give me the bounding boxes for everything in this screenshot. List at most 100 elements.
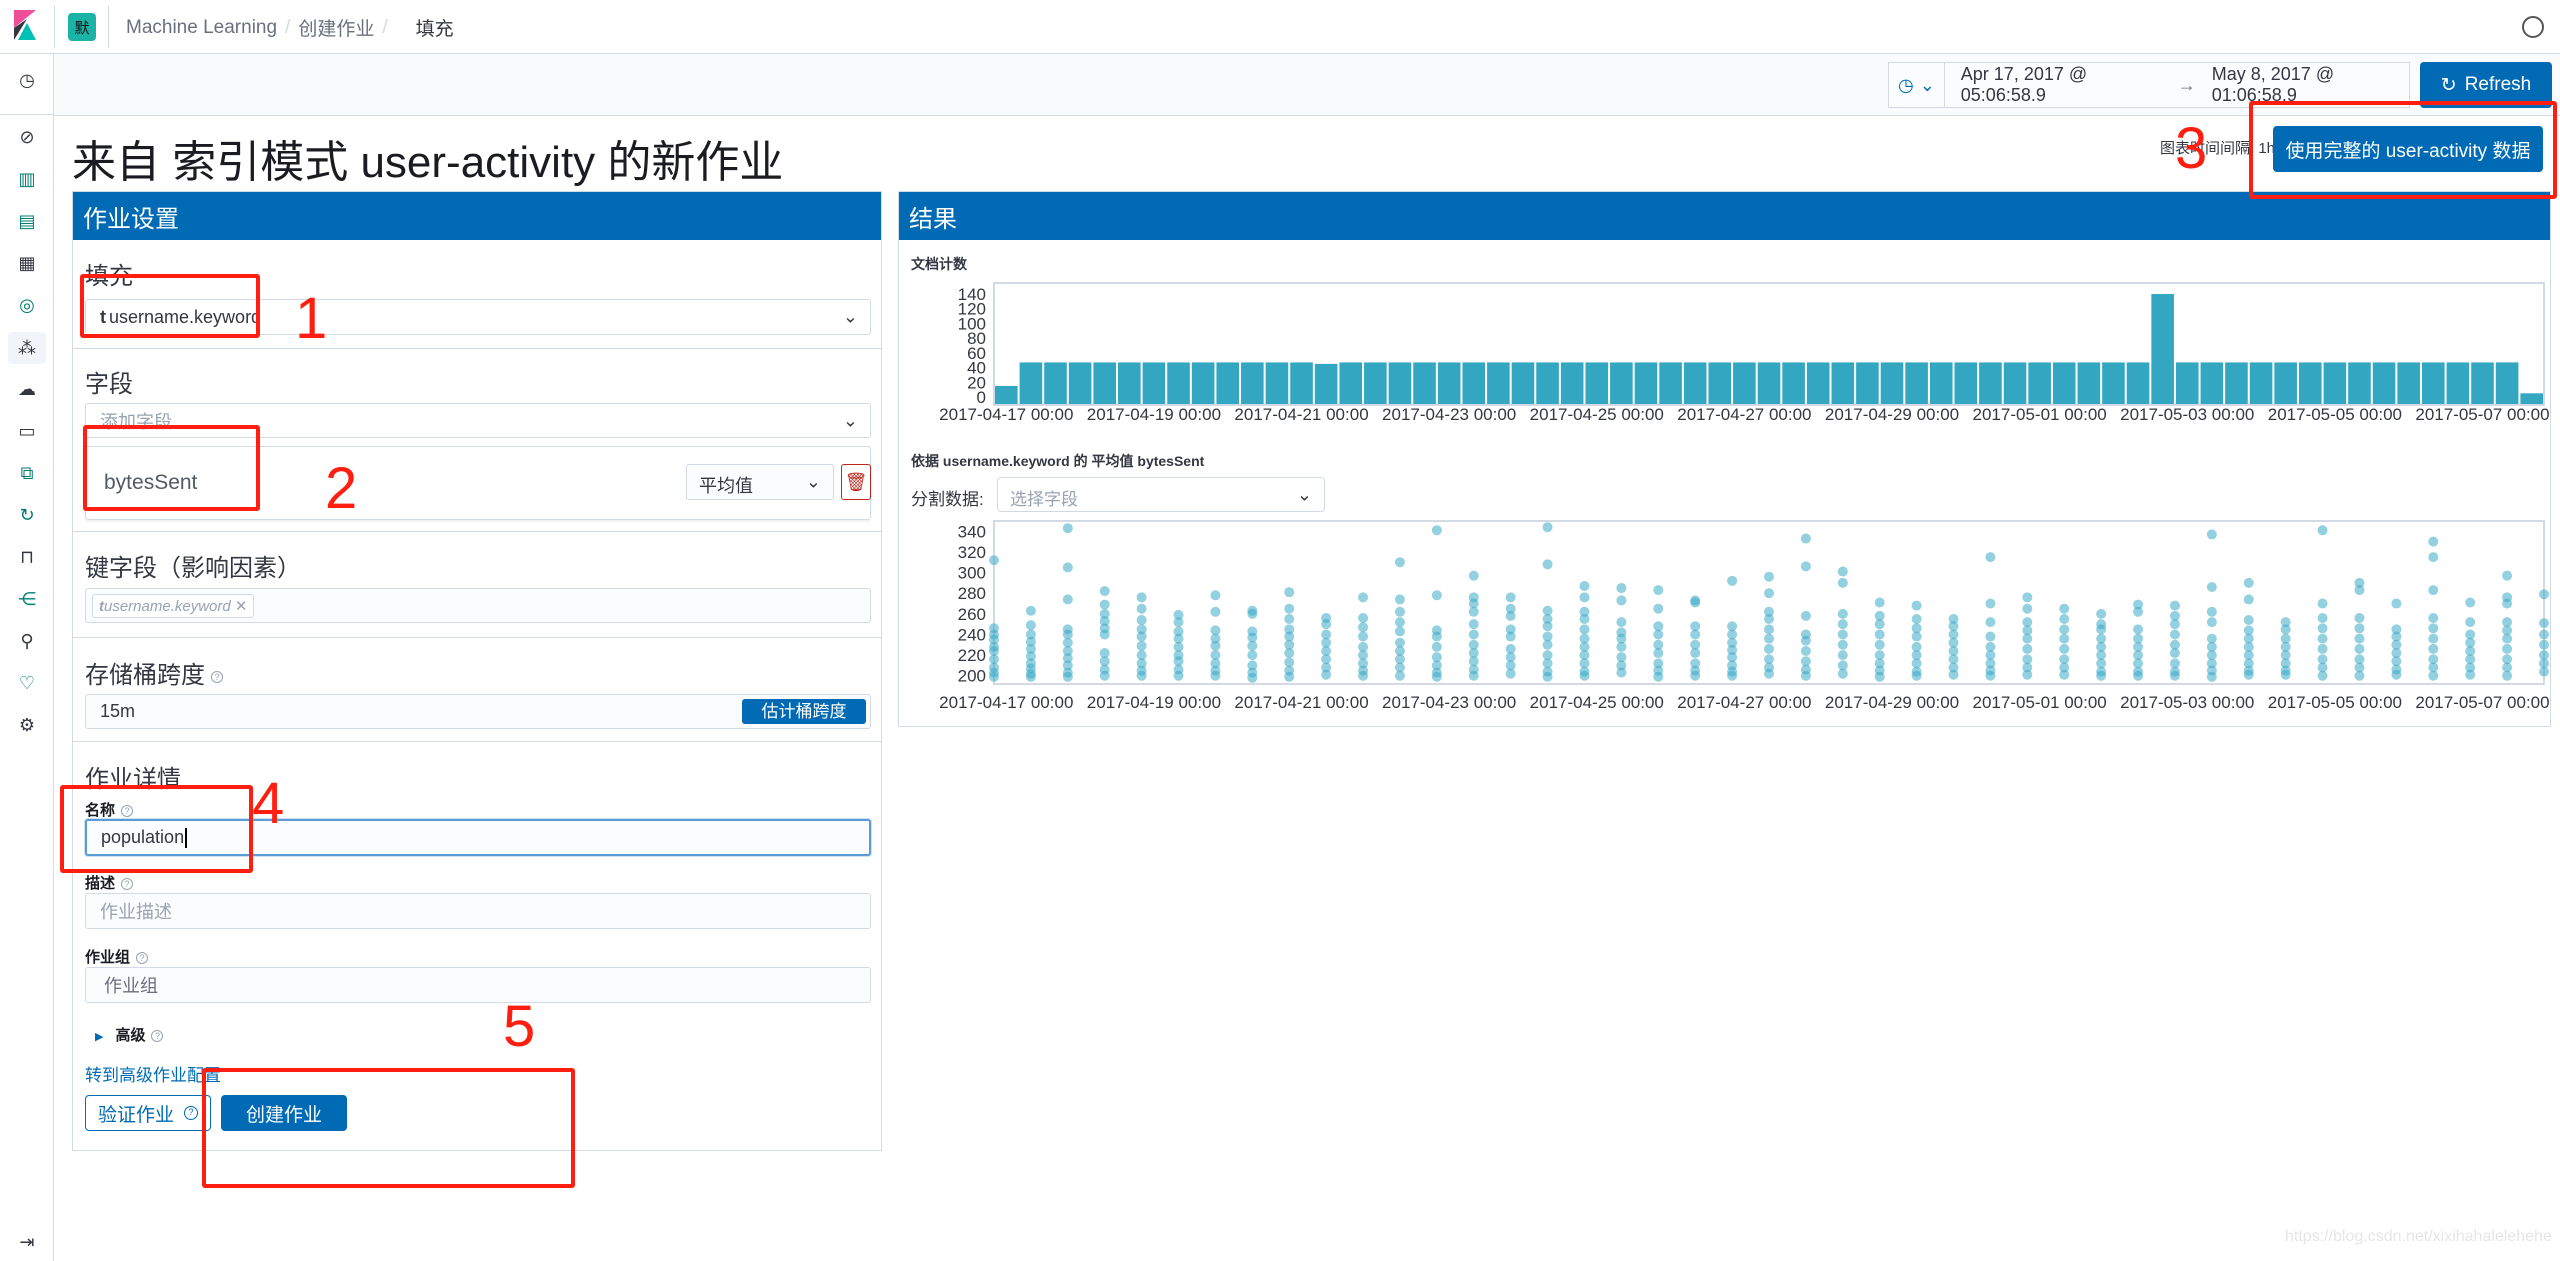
help-icon[interactable]: ? [151, 1030, 164, 1043]
annotation-number-3: 3 [2175, 116, 2208, 181]
scatter-point [1431, 590, 1442, 601]
validate-job-button[interactable]: 验证作业? [85, 1095, 211, 1131]
x-tick-label: 2017-05-01 00:00 [1973, 405, 2107, 424]
scatter-point [1505, 631, 1516, 642]
scatter-point [1431, 525, 1442, 536]
breadcrumb-machine-learning[interactable]: Machine Learning [126, 17, 277, 39]
scatter-point [2133, 624, 2144, 635]
scatter-point [2059, 614, 2070, 625]
divider [108, 6, 109, 48]
advanced-config-link[interactable]: 转到高级作业配置 [85, 1061, 221, 1086]
scatter-point [1025, 605, 1036, 616]
scatter-point [1542, 671, 1553, 682]
management-gear-icon[interactable]: ⚙ [15, 713, 39, 737]
estimate-bucket-span-button[interactable]: 估计桶跨度 [742, 699, 866, 724]
y-tick-label: 340 [958, 522, 986, 541]
scatter-point [2059, 643, 2070, 654]
infrastructure-icon[interactable]: ☁ [15, 377, 39, 401]
machine-learning-icon[interactable]: ⁂ [8, 332, 46, 364]
influencers-combobox[interactable]: tusername.keyword ✕ [85, 588, 871, 623]
start-date[interactable]: Apr 17, 2017 @ 05:06:58.9 [1961, 64, 2162, 106]
space-avatar[interactable]: 默 [68, 13, 96, 41]
discover-compass-icon[interactable]: ⊘ [15, 125, 39, 149]
monitoring-heartbeat-icon[interactable]: ♡ [15, 671, 39, 695]
dashboard-icon[interactable]: ▤ [15, 209, 39, 233]
bucket-span-value: 15m [100, 701, 136, 721]
scatter-point [2428, 585, 2439, 596]
scatter-point [2428, 552, 2439, 563]
delete-trash-icon[interactable]: 🗑 [841, 464, 871, 500]
scatter-point [2539, 639, 2549, 650]
description-input[interactable]: 作业描述 [85, 893, 871, 929]
aggregation-select[interactable]: 平均值 ⌄ [686, 464, 834, 500]
x-tick-label: 2017-05-05 00:00 [2268, 693, 2402, 712]
description-label: 描述? [85, 872, 134, 893]
bar [2200, 362, 2224, 404]
bar [1979, 362, 2002, 404]
bar [2446, 362, 2470, 404]
job-group-input[interactable]: 作业组 [85, 967, 871, 1003]
x-tick-label: 2017-05-03 00:00 [2120, 405, 2254, 424]
scatter-point [1025, 671, 1036, 682]
bucket-span-input[interactable]: 15m 估计桶跨度 [85, 694, 871, 729]
bar [2495, 362, 2519, 404]
scatter-point [1062, 562, 1073, 573]
collapse-menu-icon[interactable]: ⇥ [15, 1230, 39, 1254]
quick-select-button[interactable]: ◷ ⌄ [1889, 63, 1945, 107]
scatter-point [1579, 670, 1590, 681]
scatter-point [2428, 536, 2439, 547]
scatter-point [2133, 606, 2144, 617]
advanced-toggle[interactable]: ▶ 高级? [95, 1024, 164, 1045]
annotation-number-1: 1 [295, 286, 328, 351]
breadcrumb-separator: / [285, 16, 291, 38]
help-icon[interactable]: ? [121, 878, 134, 891]
scatter-point [1210, 590, 1221, 601]
help-icon[interactable]: ? [211, 670, 223, 683]
panel-header: 结果 [899, 192, 2550, 240]
sidebar: ◷ ⊘ ▥ ▤ ▦ ◎ ⁂ ☁ ▭ ⧉ ↻ ⊓ ⋲ ⚲ ♡ ⚙ ⇥ [0, 54, 54, 1261]
kibana-logo-icon[interactable] [14, 10, 40, 40]
help-globe-icon[interactable] [2522, 16, 2544, 38]
bar [1388, 362, 1412, 404]
scatter-point [1653, 585, 1664, 596]
scatter-point [2169, 629, 2180, 640]
end-date[interactable]: May 8, 2017 @ 01:06:58.9 [2212, 64, 2409, 106]
x-tick-label: 2017-04-23 00:00 [1382, 405, 1516, 424]
canvas-icon[interactable]: ▦ [15, 251, 39, 275]
scatter-point [1764, 624, 1774, 635]
apm-icon[interactable]: ⧉ [15, 461, 39, 485]
scatter-point [1468, 619, 1479, 630]
recently-viewed-clock-icon[interactable]: ◷ [15, 68, 39, 92]
help-icon[interactable]: ? [136, 952, 149, 965]
scatter-point [2243, 594, 2254, 605]
scatter-point [1505, 668, 1516, 679]
refresh-label: Refresh [2464, 74, 2532, 95]
scatter-point [1394, 670, 1405, 681]
bar [1019, 362, 1043, 404]
bar [1905, 362, 1928, 404]
maps-icon[interactable]: ◎ [15, 293, 39, 317]
visualize-icon[interactable]: ▥ [15, 167, 39, 191]
split-field-select[interactable]: 选择字段 ⌄ [997, 477, 1325, 512]
logs-icon[interactable]: ▭ [15, 419, 39, 443]
breadcrumb-create-job[interactable]: 创建作业 [298, 14, 374, 41]
chevron-down-icon: ⌄ [805, 471, 821, 492]
scatter-point [2280, 669, 2291, 680]
security-lock-icon[interactable]: ⊓ [15, 545, 39, 569]
scatter-point [2502, 570, 2513, 581]
remove-x-icon[interactable]: ✕ [235, 598, 248, 615]
scatter-point [1837, 639, 1848, 650]
scatter-point [2169, 670, 2180, 681]
bar [1856, 362, 1879, 404]
split-data-label: 分割数据: [911, 490, 984, 509]
scatter-point [2206, 606, 2217, 617]
bar [1536, 362, 1559, 404]
graph-icon[interactable]: ⋲ [15, 587, 39, 611]
dev-tools-wrench-icon[interactable]: ⚲ [15, 629, 39, 653]
scatter-point [2096, 670, 2107, 681]
x-tick-label: 2017-04-17 00:00 [939, 693, 1073, 712]
scatter-point [1837, 629, 1848, 640]
scatter-point [2539, 589, 2549, 600]
scatter-point [1542, 639, 1553, 650]
uptime-icon[interactable]: ↻ [15, 503, 39, 527]
